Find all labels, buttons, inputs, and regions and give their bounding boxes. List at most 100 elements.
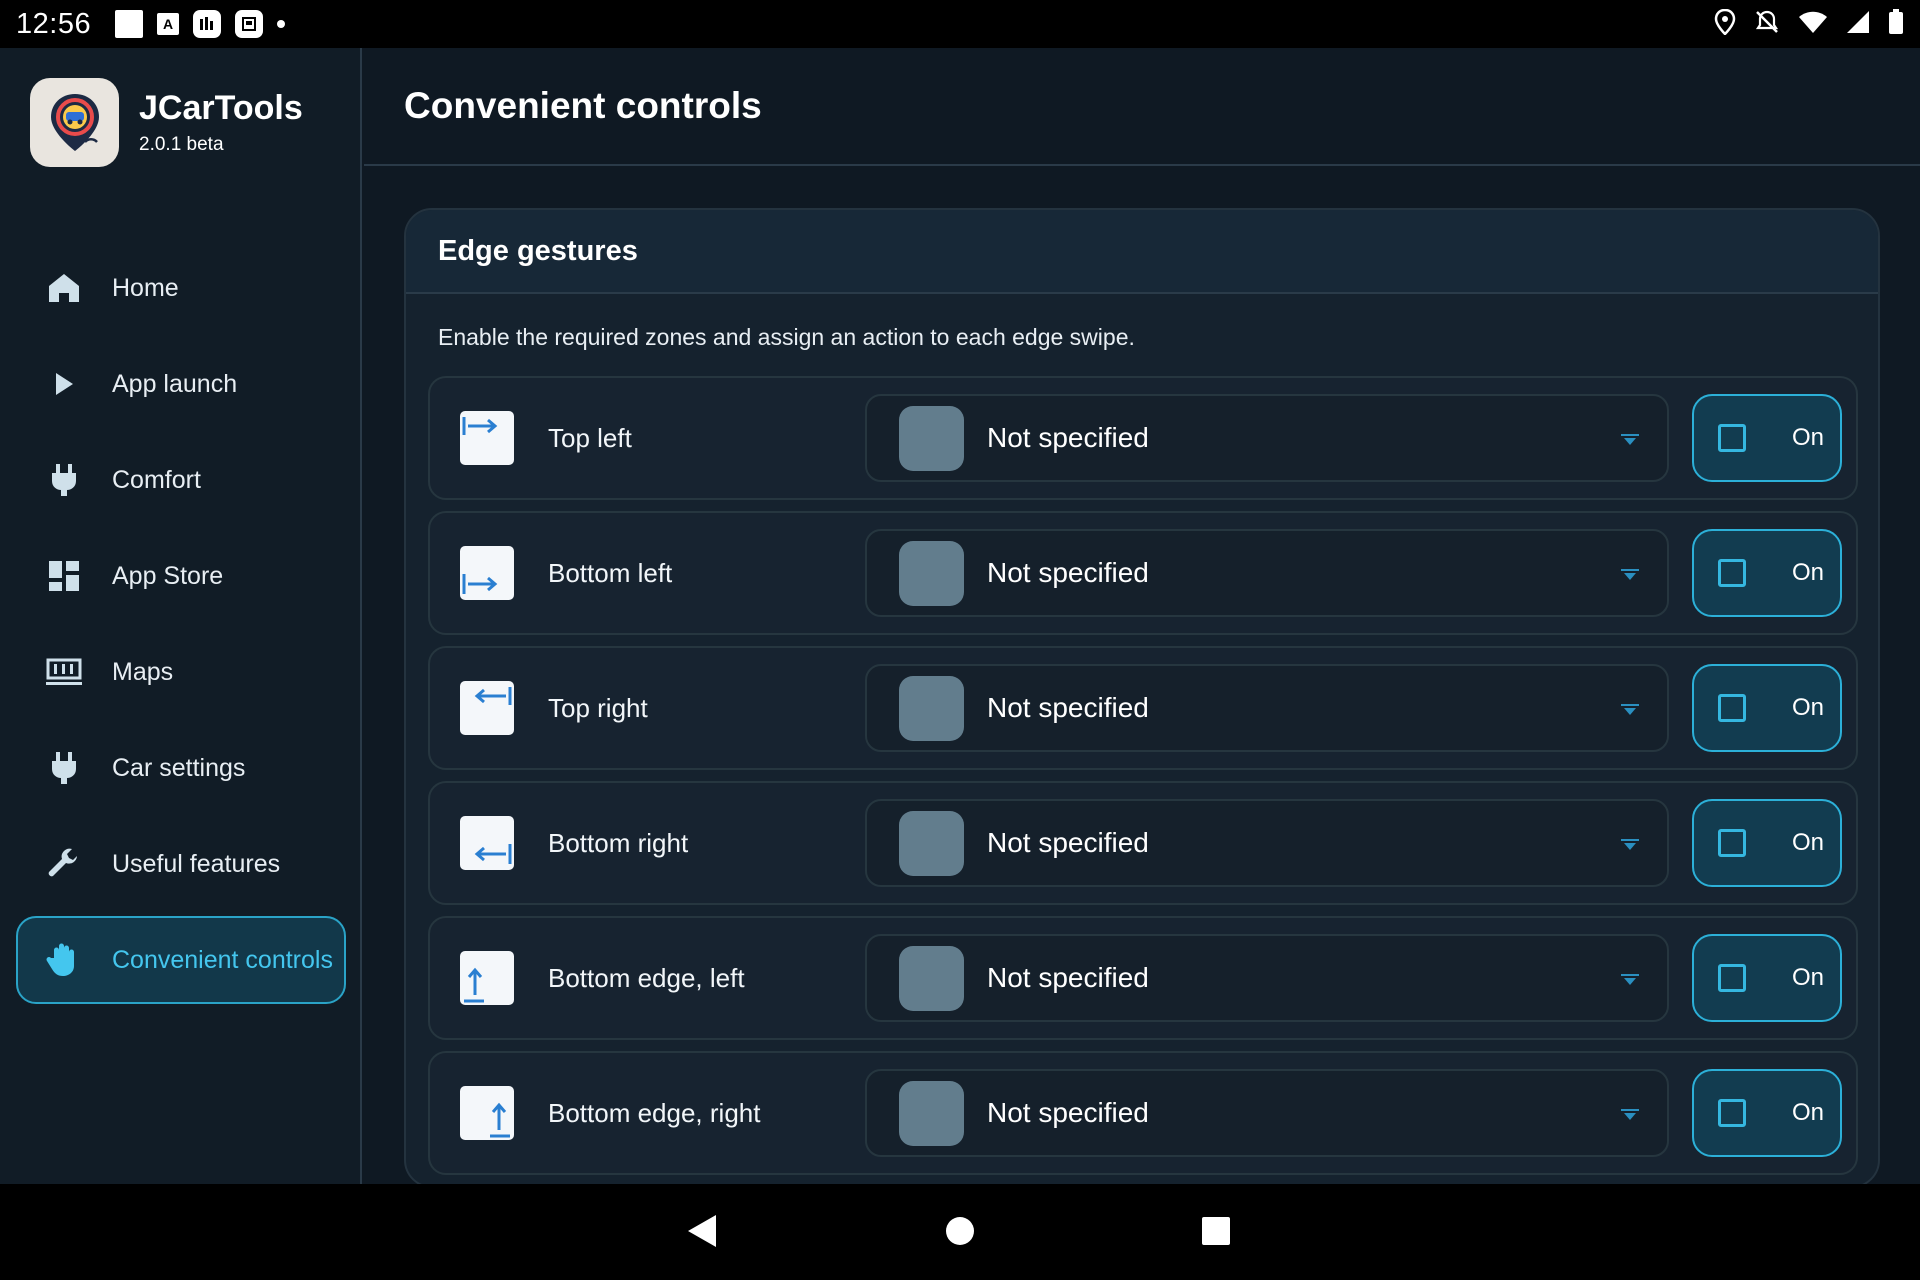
bottom-edge-right-swipe-icon: [460, 1086, 514, 1140]
sidebar-nav: Home App launch Comfort App Store Maps C…: [16, 244, 346, 1012]
bottom-left-swipe-icon: [460, 546, 514, 600]
action-swatch: [899, 541, 964, 606]
toggle-label: On: [1792, 1099, 1825, 1126]
app-name: JCarTools: [139, 89, 303, 127]
gesture-label: Bottom left: [548, 557, 673, 588]
checkbox[interactable]: [1718, 694, 1746, 722]
action-select[interactable]: Not specified: [865, 1069, 1669, 1157]
gesture-label: Bottom right: [548, 827, 689, 858]
checkbox[interactable]: [1718, 424, 1746, 452]
app-version: 2.0.1 beta: [139, 134, 224, 155]
toggle-label: On: [1792, 559, 1825, 586]
top-right-swipe-icon: [460, 681, 514, 735]
battery-icon: [1888, 8, 1904, 40]
chevron-down-icon: [1621, 1109, 1639, 1120]
chevron-down-icon: [1621, 839, 1639, 850]
action-swatch: [899, 946, 964, 1011]
sidebar-item-label: App launch: [112, 369, 238, 398]
action-value: Not specified: [987, 422, 1149, 453]
sidebar-item-car-settings[interactable]: Car settings: [16, 724, 346, 812]
recents-icon[interactable]: [1191, 1206, 1241, 1256]
action-value: Not specified: [987, 1097, 1149, 1128]
sidebar-item-label: Convenient controls: [112, 945, 333, 974]
map-icon: [46, 654, 82, 690]
checkbox[interactable]: [1718, 964, 1746, 992]
gesture-row-bottom-edge-left: Bottom edge, left Not specified On: [428, 916, 1858, 1040]
wifi-icon: [1798, 10, 1828, 39]
gesture-label: Bottom edge, left: [548, 962, 745, 993]
home-circle-icon[interactable]: [935, 1206, 985, 1256]
sidebar-item-convenient-controls[interactable]: Convenient controls: [16, 916, 346, 1004]
plug-icon: [46, 750, 82, 786]
app-header: JCarTools 2.0.1 beta: [30, 78, 303, 167]
gesture-row-bottom-left: Bottom left Not specified On: [428, 511, 1858, 635]
page-header: Convenient controls: [364, 48, 1920, 166]
hand-icon: [46, 942, 82, 978]
location-icon: [1714, 8, 1736, 40]
wrench-icon: [46, 846, 82, 882]
action-select[interactable]: Not specified: [865, 934, 1669, 1022]
gesture-row-top-left: Top left Not specified On: [428, 376, 1858, 500]
action-swatch: [899, 406, 964, 471]
checkbox[interactable]: [1718, 829, 1746, 857]
gesture-row-bottom-right: Bottom right Not specified On: [428, 781, 1858, 905]
toggle-label: On: [1792, 964, 1825, 991]
signal-icon: [1846, 10, 1870, 39]
sidebar-item-label: Home: [112, 273, 179, 302]
back-icon[interactable]: [677, 1206, 727, 1256]
action-value: Not specified: [987, 557, 1149, 588]
chevron-down-icon: [1621, 974, 1639, 985]
enable-toggle[interactable]: On: [1692, 799, 1842, 887]
gesture-label: Top right: [548, 692, 648, 723]
checkbox[interactable]: [1718, 559, 1746, 587]
enable-toggle[interactable]: On: [1692, 934, 1842, 1022]
enable-toggle[interactable]: On: [1692, 529, 1842, 617]
sidebar-item-home[interactable]: Home: [16, 244, 346, 332]
action-value: Not specified: [987, 962, 1149, 993]
dot-icon: [277, 20, 286, 28]
home-icon: [46, 270, 82, 306]
dashboard-icon: [46, 558, 82, 594]
action-swatch: [899, 811, 964, 876]
enable-toggle[interactable]: On: [1692, 664, 1842, 752]
action-select[interactable]: Not specified: [865, 664, 1669, 752]
sidebar-item-app-launch[interactable]: App launch: [16, 340, 346, 428]
sidebar-item-label: App Store: [112, 561, 224, 590]
checkbox[interactable]: [1718, 1099, 1746, 1127]
gesture-list: Top left Not specified On Bottom left No…: [428, 376, 1858, 1186]
sidebar-item-label: Comfort: [112, 465, 201, 494]
gesture-row-top-right: Top right Not specified On: [428, 646, 1858, 770]
action-select[interactable]: Not specified: [865, 799, 1669, 887]
card-header: Edge gestures: [406, 210, 1878, 294]
action-select[interactable]: Not specified: [865, 529, 1669, 617]
sidebar-item-app-store[interactable]: App Store: [16, 532, 346, 620]
toggle-label: On: [1792, 829, 1825, 856]
system-nav-bar: [0, 1184, 1920, 1280]
action-swatch: [899, 1081, 964, 1146]
app-icon: [193, 10, 222, 38]
sidebar-item-label: Maps: [112, 657, 174, 686]
page-title: Convenient controls: [404, 85, 762, 126]
sidebar-item-maps[interactable]: Maps: [16, 628, 346, 716]
chevron-down-icon: [1621, 434, 1639, 445]
gesture-label: Bottom edge, right: [548, 1097, 761, 1128]
a-icon: A: [157, 13, 180, 35]
action-swatch: [899, 676, 964, 741]
sidebar-item-comfort[interactable]: Comfort: [16, 436, 346, 524]
card-title: Edge gestures: [438, 234, 638, 267]
sidebar-item-useful-features[interactable]: Useful features: [16, 820, 346, 908]
status-time: 12:56: [16, 7, 92, 40]
action-select[interactable]: Not specified: [865, 394, 1669, 482]
top-left-swipe-icon: [460, 411, 514, 465]
chevron-down-icon: [1621, 704, 1639, 715]
bottom-edge-left-swipe-icon: [460, 951, 514, 1005]
sidebar: JCarTools 2.0.1 beta Home App launch Com…: [0, 48, 362, 1184]
enable-toggle[interactable]: On: [1692, 394, 1842, 482]
app-logo-icon: [30, 78, 119, 167]
status-bar: 12:56 A: [0, 0, 1920, 48]
play-icon: [46, 366, 82, 402]
enable-toggle[interactable]: On: [1692, 1069, 1842, 1157]
action-value: Not specified: [987, 827, 1149, 858]
gesture-row-bottom-edge-right: Bottom edge, right Not specified On: [428, 1051, 1858, 1175]
sidebar-item-label: Car settings: [112, 753, 246, 782]
